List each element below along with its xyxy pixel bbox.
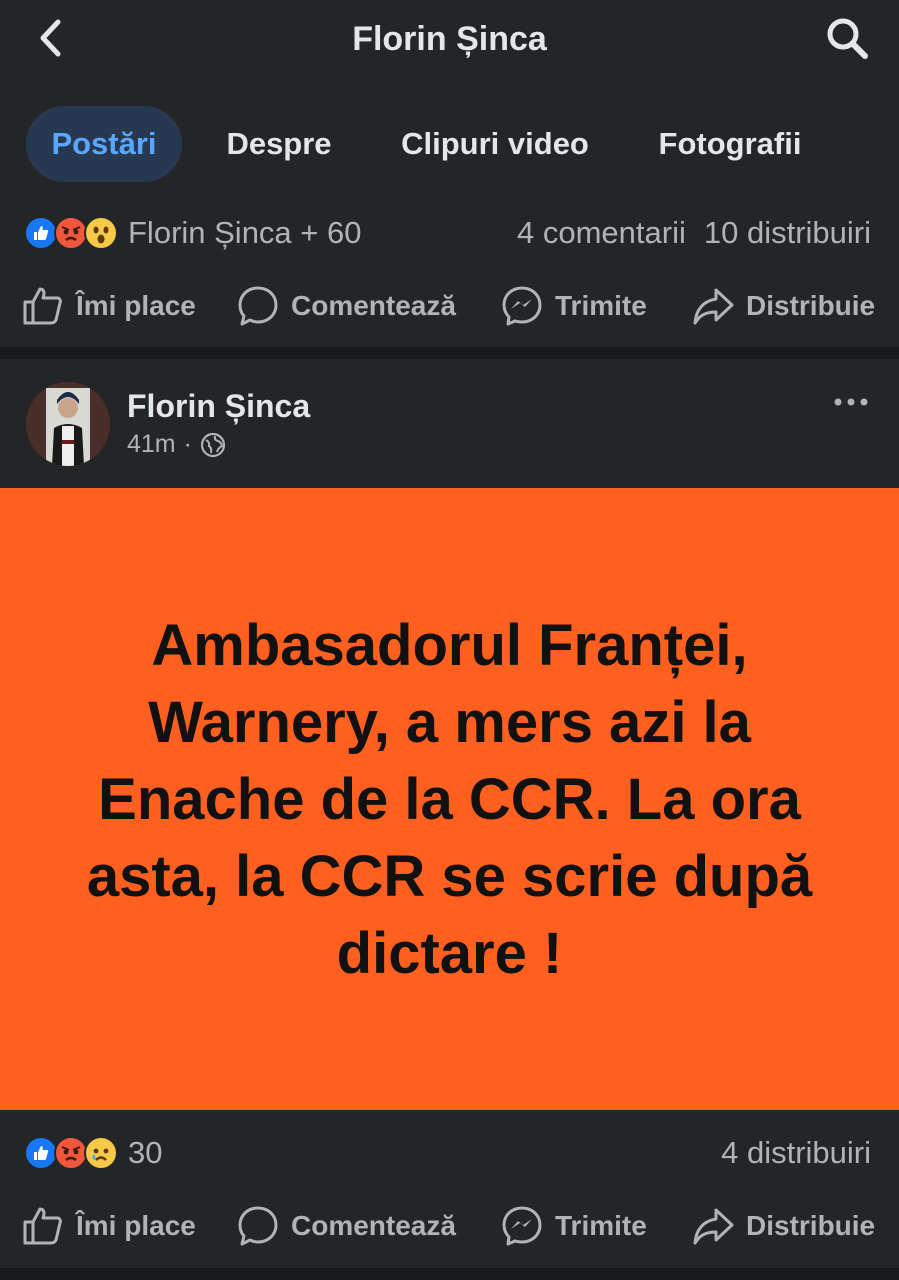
post-separator-bottom [0, 1268, 899, 1280]
search-button[interactable] [823, 14, 871, 62]
messenger-icon [502, 286, 542, 326]
like-button[interactable]: Îmi place [22, 276, 196, 336]
tab-despre[interactable]: Despre [212, 106, 346, 182]
profile-tabs: Postări Despre Clipuri video Fotografii [0, 106, 899, 184]
post-actions-2: Îmi place Comentează Trimite Distribuie [0, 1196, 899, 1256]
page-title: Florin Șinca [352, 19, 547, 58]
share-label: Distribuie [746, 290, 876, 321]
like-label: Îmi place [76, 1210, 196, 1241]
comment-button[interactable]: Comentează [237, 1196, 456, 1256]
like-label: Îmi place [76, 290, 196, 321]
comment-button[interactable]: Comentează [237, 276, 456, 336]
thumbs-up-icon [23, 287, 62, 325]
share-button[interactable]: Distribuie [692, 276, 875, 336]
search-icon [827, 18, 868, 59]
post-image[interactable]: Ambasadorul Franței, Warnery, a mers azi… [0, 488, 899, 1110]
reactions-summary[interactable]: Florin Șinca + 60 [24, 213, 361, 253]
send-label: Trimite [555, 1210, 647, 1241]
angry-icon [54, 1136, 88, 1170]
globe-icon [200, 432, 226, 457]
like-icon [24, 1136, 58, 1170]
reactions-label: Florin Șinca + 60 [128, 215, 362, 250]
back-arrow-icon [40, 19, 61, 57]
shares-count[interactable]: 4 distribuiri [721, 1135, 871, 1171]
angry-icon [54, 216, 88, 250]
post-time[interactable]: 41m [127, 430, 176, 459]
send-button[interactable]: Trimite [501, 276, 647, 336]
post-separator [0, 347, 899, 359]
post-image-text: Ambasadorul Franței, Warnery, a mers azi… [86, 612, 813, 986]
post-actions: Îmi place Comentează Trimite Distribuie [0, 276, 899, 336]
post-meta: 41m · [127, 430, 226, 459]
meta-separator: · [183, 430, 192, 458]
reactions-count: 30 [128, 1135, 163, 1170]
shares-count[interactable]: 10 distribuiri [704, 215, 871, 251]
share-arrow-icon [693, 288, 734, 325]
comment-bubble-icon [238, 286, 278, 326]
top-bar: Florin Șinca [0, 0, 899, 78]
share-arrow-icon [693, 1208, 734, 1245]
sad-icon [84, 1136, 118, 1170]
comment-label: Comentează [291, 1210, 456, 1241]
messenger-icon [502, 1206, 542, 1246]
post-stats-2: 30 4 distribuiri [0, 1128, 899, 1178]
share-button[interactable]: Distribuie [692, 1196, 875, 1256]
send-button[interactable]: Trimite [501, 1196, 647, 1256]
comment-bubble-icon [238, 1206, 278, 1246]
send-label: Trimite [555, 290, 647, 321]
tab-fotografii[interactable]: Fotografii [644, 106, 816, 182]
post-header: Florin Șinca 41m · [0, 366, 899, 476]
like-button[interactable]: Îmi place [22, 1196, 196, 1256]
comment-label: Comentează [291, 290, 456, 321]
more-dots-icon [834, 398, 868, 406]
share-label: Distribuie [746, 1210, 876, 1241]
like-icon [24, 216, 58, 250]
author-name[interactable]: Florin Șinca [127, 388, 310, 425]
avatar[interactable] [26, 382, 110, 466]
back-button[interactable] [28, 16, 72, 60]
more-options-button[interactable] [831, 390, 871, 414]
reactions-summary-2[interactable]: 30 [24, 1133, 162, 1173]
tab-clipuri-video[interactable]: Clipuri video [388, 106, 602, 182]
tab-postari[interactable]: Postări [26, 106, 182, 182]
engagement-counts-2: 4 distribuiri [721, 1135, 871, 1171]
wow-icon [84, 216, 118, 250]
comments-count[interactable]: 4 comentarii [517, 215, 686, 251]
engagement-counts: 4 comentarii 10 distribuiri [517, 215, 871, 251]
thumbs-up-icon [23, 1207, 62, 1245]
post-stats: Florin Șinca + 60 4 comentarii 10 distri… [0, 208, 899, 258]
